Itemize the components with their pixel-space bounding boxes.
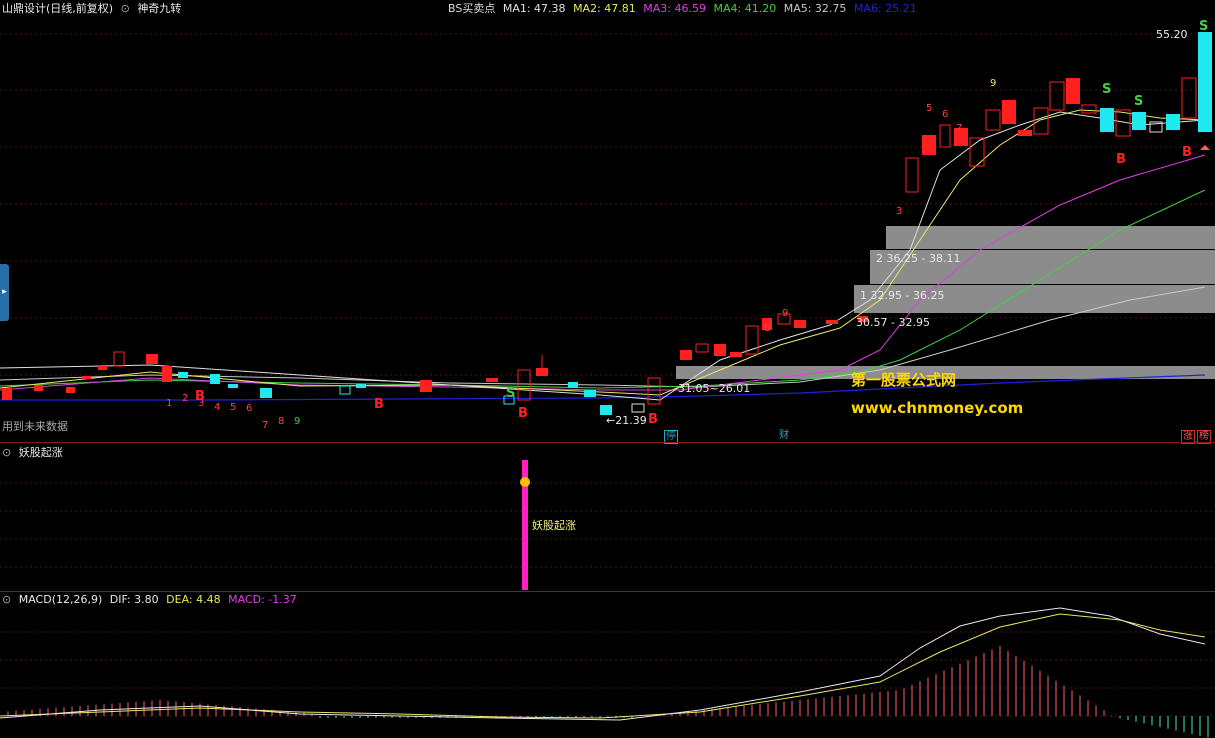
svg-text:3: 3 <box>896 206 902 217</box>
finance-badge[interactable]: 财 <box>778 430 790 442</box>
watermark-title: 第一股票公式网 <box>851 371 957 389</box>
level-label: 1 32.95 - 36.25 <box>860 289 945 302</box>
low-price-label: ←21.39 <box>606 414 647 427</box>
chevron-right-icon: ▸ <box>2 287 7 297</box>
price-chart[interactable]: 12 34 56 78 35 67 89 9 9 BB BB BB SSS S <box>0 0 1215 442</box>
svg-text:6: 6 <box>246 403 252 414</box>
svg-text:4: 4 <box>214 402 220 413</box>
svg-text:B: B <box>195 389 205 404</box>
side-panel-toggle[interactable]: ▸ <box>0 264 9 321</box>
svg-text:B: B <box>1182 145 1192 160</box>
price-high-label: 55.20 <box>1156 28 1188 41</box>
svg-text:S: S <box>1199 19 1208 34</box>
svg-text:9: 9 <box>782 308 788 319</box>
svg-text:S: S <box>1134 94 1143 109</box>
yaogu-panel: ⊙ 妖股起涨 妖股起涨 <box>0 443 1215 591</box>
svg-text:9: 9 <box>294 416 300 427</box>
svg-text:B: B <box>518 406 528 421</box>
macd-panel: ⊙ MACD(12,26,9) DIF: 3.80 DEA: 4.48 MACD… <box>0 592 1215 738</box>
svg-text:9: 9 <box>990 78 996 89</box>
svg-text:5: 5 <box>926 103 932 114</box>
yaogu-chart[interactable] <box>0 443 1215 591</box>
svg-text:B: B <box>1116 152 1126 167</box>
svg-text:B: B <box>374 397 384 412</box>
svg-text:B: B <box>648 412 658 427</box>
svg-text:8: 8 <box>764 323 770 334</box>
svg-text:7: 7 <box>262 420 268 431</box>
svg-text:5: 5 <box>230 402 236 413</box>
candles <box>2 32 1212 415</box>
level-label: 30.57 - 32.95 <box>856 316 930 329</box>
svg-text:2: 2 <box>182 393 188 404</box>
svg-text:8: 8 <box>278 416 284 427</box>
watermark-url: www.chnmoney.com <box>851 399 1024 417</box>
future-data-note: 用到未来数据 <box>2 420 68 433</box>
svg-text:S: S <box>1102 82 1111 97</box>
svg-text:S: S <box>506 386 515 401</box>
price-panel: 山鼎设计(日线,前复权) ⊙ 神奇九转 BS买卖点 MA1: 47.38 MA2… <box>0 0 1215 444</box>
yaogu-signal-label: 妖股起涨 <box>532 519 576 532</box>
macd-histogram <box>7 646 1209 738</box>
svg-text:1: 1 <box>166 398 172 409</box>
level-label: 2 36.25 - 38.11 <box>876 252 961 265</box>
macd-chart[interactable] <box>0 592 1215 738</box>
level-label: 31.05~26.01 <box>678 382 751 395</box>
svg-text:6: 6 <box>942 109 948 120</box>
svg-text:7: 7 <box>956 123 962 134</box>
